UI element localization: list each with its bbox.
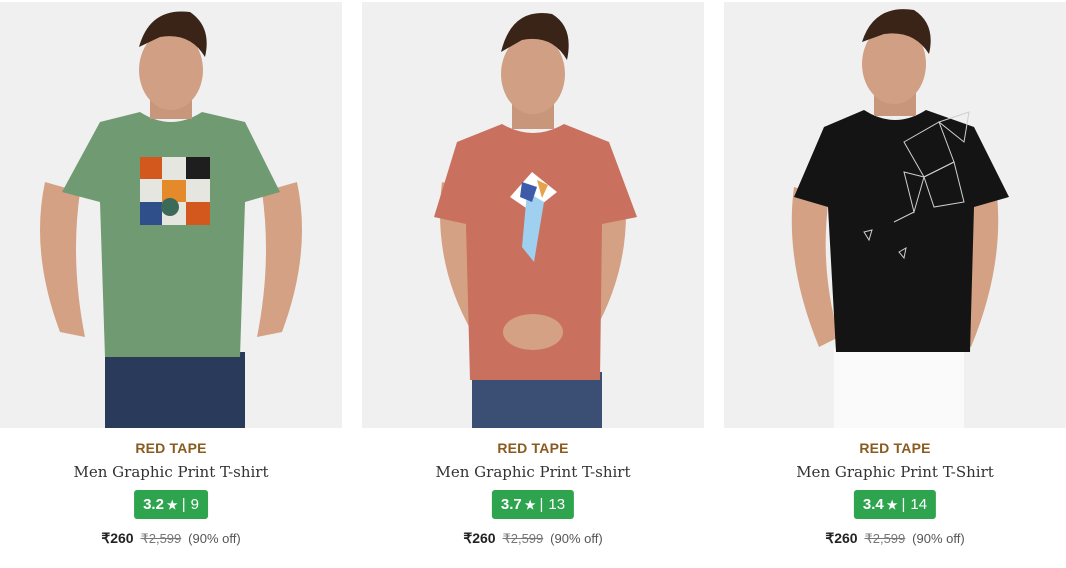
original-price: ₹2,599 [140,531,182,546]
rating-separator: | [901,496,906,513]
product-image[interactable] [724,2,1066,428]
original-price: ₹2,599 [864,531,906,546]
rating-count: 9 [190,496,199,513]
product-image[interactable] [0,2,342,428]
product-title[interactable]: Men Graphic Print T-shirt [0,463,342,481]
product-title[interactable]: Men Graphic Print T-Shirt [724,463,1066,481]
product-card[interactable]: RED TAPE Men Graphic Print T-shirt 3.2 ★… [0,0,342,568]
price-row: ₹260 ₹2,599 (90% off) [724,530,1066,547]
product-card[interactable]: RED TAPE Men Graphic Print T-shirt 3.7 ★… [362,0,704,568]
discount-label: (90% off) [188,531,241,546]
price-row: ₹260 ₹2,599 (90% off) [362,530,704,547]
product-brand[interactable]: RED TAPE [362,440,704,456]
product-image[interactable] [362,2,704,428]
selling-price: ₹260 [463,530,496,546]
rating-value: 3.4 [862,496,884,513]
selling-price: ₹260 [101,530,134,546]
discount-label: (90% off) [912,531,965,546]
product-card[interactable]: RED TAPE Men Graphic Print T-Shirt 3.4 ★… [724,0,1066,568]
rating-badge: 3.7 ★ | 13 [491,490,575,519]
original-price: ₹2,599 [502,531,544,546]
rating-value: 3.2 [143,496,164,513]
product-title[interactable]: Men Graphic Print T-shirt [362,463,704,481]
rating-count: 13 [548,496,566,513]
rating-separator: | [181,496,186,513]
star-icon: ★ [524,497,536,512]
star-icon: ★ [166,497,178,512]
price-row: ₹260 ₹2,599 (90% off) [0,530,342,547]
rating-badge: 3.2 ★ | 9 [134,490,208,519]
rating-badge: 3.4 ★ | 14 [853,490,937,519]
rating-value: 3.7 [500,496,522,513]
discount-label: (90% off) [550,531,603,546]
product-grid: RED TAPE Men Graphic Print T-shirt 3.2 ★… [0,0,1066,568]
product-brand[interactable]: RED TAPE [724,440,1066,456]
selling-price: ₹260 [825,530,858,546]
rating-separator: | [539,496,544,513]
star-icon: ★ [886,497,898,512]
product-brand[interactable]: RED TAPE [0,440,342,456]
rating-count: 14 [910,496,928,513]
